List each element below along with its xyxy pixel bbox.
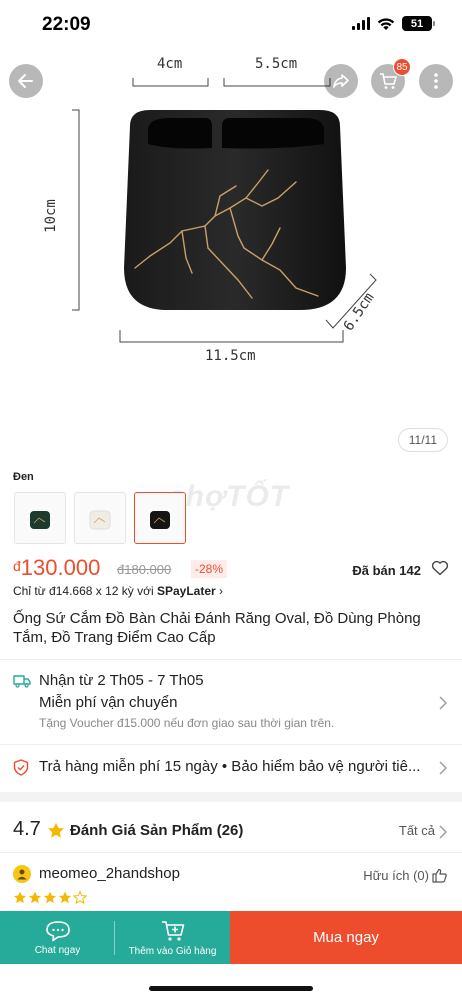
signal-icon (352, 17, 370, 30)
variant-thumbnail-image (89, 510, 111, 530)
price-row: đ130.000 đ180.000 -28% Đã bán 142 (13, 552, 449, 582)
cart-count-badge: 85 (393, 58, 411, 76)
home-indicator[interactable] (149, 986, 313, 991)
share-icon (333, 74, 349, 88)
status-icons: 51 (352, 16, 435, 31)
product-name: Ống Sứ Cắm Đồ Bàn Chải Đánh Răng Oval, Đ… (13, 610, 421, 646)
review-item: meomeo_2handshop Hữu ích (0) (13, 862, 449, 906)
product-image (72, 78, 377, 343)
chat-icon (45, 920, 70, 941)
dimension-label-height: 10cm (42, 199, 59, 233)
variant-list (14, 492, 186, 544)
share-button[interactable] (324, 64, 358, 98)
currency-symbol: đ (13, 558, 21, 574)
original-price: đ180.000 (117, 562, 172, 577)
installment-prefix: Chỉ từ đ14.668 x 12 kỳ với (13, 584, 157, 598)
divider (0, 659, 462, 660)
rating-title: Đánh Giá Sản Phẩm (26) (70, 822, 244, 839)
return-policy-text: Trả hàng miễn phí 15 ngày • Bảo hiểm bảo… (39, 758, 421, 775)
add-to-cart-label: Thêm vào Giỏ hàng (128, 945, 217, 957)
wifi-icon (377, 17, 395, 30)
cart-icon (380, 73, 397, 89)
helpful-button[interactable]: Hữu ích (0) (363, 868, 429, 883)
add-to-cart-icon (161, 920, 184, 941)
variant-option-green[interactable] (14, 492, 66, 544)
back-arrow-icon (18, 74, 33, 88)
chevron-right-icon (439, 761, 447, 775)
star-empty-icon (73, 891, 87, 904)
separator (114, 921, 115, 955)
cart-button[interactable]: 85 (371, 58, 411, 98)
shipping-info[interactable]: Nhận từ 2 Th05 - 7 Th05 Miễn phí vận chu… (13, 670, 449, 740)
rating-header[interactable]: 4.7 Đánh Giá Sản Phẩm (26) Tất cả (13, 816, 449, 846)
star-icon (48, 822, 64, 838)
sold-count: Đã bán 142 (352, 563, 421, 578)
avatar (13, 865, 31, 883)
review-star-rating (13, 891, 87, 904)
watermark: chợTỐT (168, 480, 290, 513)
voucher-note: Tặng Voucher đ15.000 nếu đơn giao sau th… (39, 716, 335, 730)
chevron-right-icon (439, 696, 447, 710)
back-button[interactable] (9, 64, 43, 98)
free-shipping-label: Miễn phí vận chuyển (39, 694, 178, 711)
product-image-gallery[interactable]: 4cm 5.5cm 10cm 11.5cm 6.5cm 85 11/11 (0, 48, 462, 462)
star-filled-icon (13, 891, 27, 904)
section-separator (0, 792, 462, 802)
avatar-image (17, 869, 27, 880)
variant-title: Đen (13, 471, 34, 483)
divider (0, 852, 462, 853)
installment-brand: SPayLater (156, 584, 216, 598)
variant-option-black[interactable] (134, 492, 186, 544)
add-to-cart-button[interactable]: Thêm vào Giỏ hàng (115, 911, 230, 964)
current-price-value: 130.000 (20, 555, 101, 580)
star-filled-icon (28, 891, 42, 904)
more-button[interactable] (419, 64, 453, 98)
reviewer-name: meomeo_2handshop (39, 865, 180, 882)
installment-link[interactable]: Chỉ từ đ14.668 x 12 kỳ với SPayLater › (13, 584, 223, 598)
see-all-reviews-link[interactable]: Tất cả (399, 823, 435, 838)
chat-button[interactable]: Chat ngay (0, 911, 115, 964)
image-counter: 11/11 (397, 428, 448, 452)
status-bar: 22:09 51 (0, 0, 462, 48)
variant-thumbnail-image (150, 511, 170, 529)
rating-score: 4.7 (13, 818, 41, 840)
heart-icon[interactable] (431, 560, 449, 576)
truck-icon (13, 675, 31, 688)
installment-chevron: › (215, 584, 224, 598)
star-filled-icon (43, 891, 57, 904)
buy-now-button[interactable]: Mua ngay (230, 911, 462, 964)
return-policy-row[interactable]: Trả hàng miễn phí 15 ngày • Bảo hiểm bảo… (13, 756, 449, 780)
current-price: đ130.000 (13, 555, 100, 581)
star-filled-icon (58, 891, 72, 904)
variant-option-white[interactable] (74, 492, 126, 544)
dimension-label-top-left: 4cm (157, 56, 183, 72)
discount-badge: -28% (191, 560, 228, 578)
thumbs-up-icon[interactable] (432, 868, 447, 883)
chat-button-label: Chat ngay (34, 944, 81, 956)
variant-thumbnail-image (30, 511, 50, 529)
more-icon (434, 73, 438, 89)
dimension-label-width: 11.5cm (205, 348, 256, 364)
bottom-action-bar: Chat ngay Thêm vào Giỏ hàng Mua ngay (0, 911, 462, 964)
status-time: 22:09 (42, 14, 91, 35)
dimension-label-top-right: 5.5cm (255, 56, 298, 72)
delivery-date: Nhận từ 2 Th05 - 7 Th05 (39, 672, 204, 689)
battery-icon: 51 (402, 16, 435, 31)
chevron-right-icon (439, 825, 447, 839)
shield-icon (13, 759, 29, 776)
divider (0, 744, 462, 745)
